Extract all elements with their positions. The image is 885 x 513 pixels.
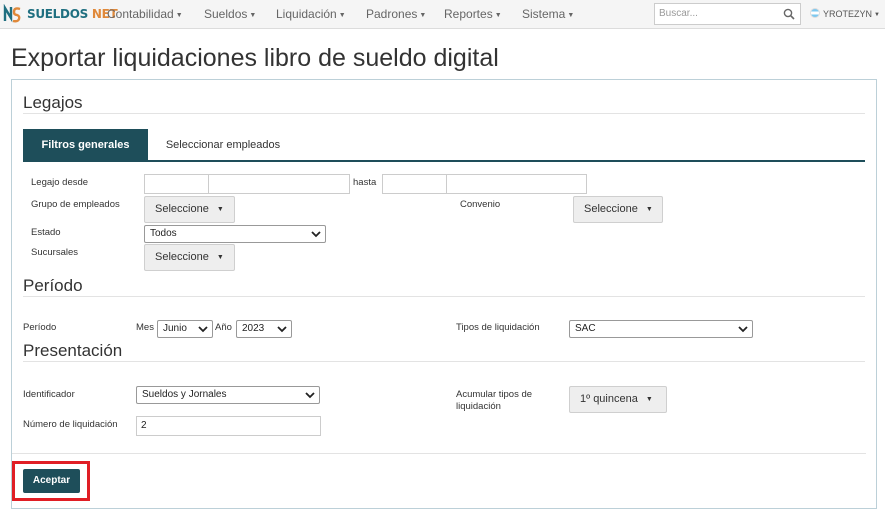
footer-divider xyxy=(12,453,866,454)
argentina-flag-icon xyxy=(810,8,820,18)
tabs-underline xyxy=(23,160,865,162)
section-title-periodo: Período xyxy=(23,276,83,295)
estado-value: Todos xyxy=(150,228,177,239)
tipos-liquidacion-value: SAC xyxy=(575,323,596,334)
tipos-liquidacion-select[interactable]: SAC xyxy=(569,320,753,338)
anio-value: 2023 xyxy=(242,323,265,334)
sucursales-dropdown[interactable]: Seleccione ▼ xyxy=(144,244,235,271)
acumular-tipos-value: 1º quincena xyxy=(580,393,638,405)
nav-reportes[interactable]: Reportes ▼ xyxy=(444,0,502,29)
user-name: YROTEZYN xyxy=(823,9,873,19)
nav-liquidacion[interactable]: Liquidación ▼ xyxy=(276,0,346,29)
highlight-box xyxy=(12,461,90,501)
legajo-desde-code-input[interactable] xyxy=(144,174,209,194)
section-title-legajos: Legajos xyxy=(23,93,83,112)
nav-contabilidad[interactable]: Contabilidad ▼ xyxy=(107,0,183,29)
sucursales-label: Sucursales xyxy=(31,247,78,258)
caret-down-icon: ▼ xyxy=(645,396,653,403)
legajo-hasta-code-input[interactable] xyxy=(382,174,447,194)
search-input[interactable]: Buscar... xyxy=(654,3,801,25)
caret-down-icon: ▼ xyxy=(494,12,502,19)
identificador-label: Identificador xyxy=(23,389,75,400)
chevron-down-icon xyxy=(277,326,287,333)
estado-label: Estado xyxy=(31,227,61,238)
nav-padrones-label: Padrones xyxy=(366,7,418,21)
search-placeholder: Buscar... xyxy=(659,8,698,19)
grupo-empleados-dropdown[interactable]: Seleccione ▼ xyxy=(144,196,235,223)
divider xyxy=(23,113,865,114)
chevron-down-icon xyxy=(198,326,208,333)
estado-select[interactable]: Todos xyxy=(144,225,326,243)
nav-sueldos-label: Sueldos xyxy=(204,7,248,21)
convenio-label: Convenio xyxy=(460,199,501,210)
tab-seleccionar-empleados[interactable]: Seleccionar empleados xyxy=(148,129,298,161)
page-title: Exportar liquidaciones libro de sueldo d… xyxy=(11,44,499,72)
numero-liquidacion-label: Número de liquidación xyxy=(23,419,118,430)
acumular-tipos-label-line1: Acumular tipos de xyxy=(456,389,533,400)
caret-down-icon: ▼ xyxy=(874,12,880,18)
chevron-down-icon xyxy=(305,392,315,399)
nav-sistema-label: Sistema xyxy=(522,7,566,21)
numero-liquidacion-value: 2 xyxy=(141,420,147,431)
grupo-empleados-label: Grupo de empleados xyxy=(31,199,120,210)
caret-down-icon: ▼ xyxy=(216,254,224,261)
legajo-desde-name-input[interactable] xyxy=(208,174,350,194)
convenio-dropdown[interactable]: Seleccione ▼ xyxy=(573,196,663,223)
caret-down-icon: ▼ xyxy=(419,12,427,19)
nav-reportes-label: Reportes xyxy=(444,7,493,21)
nav-sistema[interactable]: Sistema ▼ xyxy=(522,0,574,29)
anio-label: Año xyxy=(215,322,232,333)
top-navbar: SUELDOS NET Contabilidad ▼ Sueldos ▼ Liqui… xyxy=(0,0,885,29)
numero-liquidacion-input[interactable]: 2 xyxy=(136,416,321,436)
grupo-empleados-value: Seleccione xyxy=(155,203,209,215)
sueldos-net-logo-icon xyxy=(3,4,21,23)
periodo-label: Período xyxy=(23,322,57,333)
caret-down-icon: ▼ xyxy=(249,12,257,19)
caret-down-icon: ▼ xyxy=(338,12,346,19)
acumular-tipos-label-line2: liquidación xyxy=(456,401,501,412)
sucursales-value: Seleccione xyxy=(155,251,209,263)
identificador-value: Sueldos y Jornales xyxy=(142,389,227,400)
convenio-value: Seleccione xyxy=(584,203,638,215)
acumular-tipos-label: Acumular tipos de liquidación xyxy=(456,389,532,413)
divider xyxy=(23,361,865,362)
caret-down-icon: ▼ xyxy=(567,12,575,19)
mes-label: Mes xyxy=(136,322,154,333)
legajo-desde-label: Legajo desde xyxy=(31,177,89,188)
user-menu[interactable]: YROTEZYN ▼ xyxy=(810,0,880,29)
brand-name: SUELDOS NET xyxy=(27,7,118,21)
chevron-down-icon xyxy=(311,231,321,238)
legajo-hasta-name-input[interactable] xyxy=(446,174,587,194)
tab-filtros-generales[interactable]: Filtros generales xyxy=(23,129,148,161)
acumular-tipos-dropdown[interactable]: 1º quincena ▼ xyxy=(569,386,667,413)
caret-down-icon: ▼ xyxy=(216,206,224,213)
search-icon[interactable] xyxy=(783,8,795,20)
hasta-label: hasta xyxy=(353,177,377,188)
anio-select[interactable]: 2023 xyxy=(236,320,292,338)
nav-contabilidad-label: Contabilidad xyxy=(107,7,174,21)
identificador-select[interactable]: Sueldos y Jornales xyxy=(136,386,320,404)
chevron-down-icon xyxy=(738,326,748,333)
divider xyxy=(23,296,865,297)
brand-part-1: SUELDOS xyxy=(27,7,88,21)
caret-down-icon: ▼ xyxy=(645,206,653,213)
section-title-presentacion: Presentación xyxy=(23,341,123,360)
brand-logo-link[interactable]: SUELDOS NET xyxy=(2,3,118,25)
nav-padrones[interactable]: Padrones ▼ xyxy=(366,0,426,29)
mes-value: Junio xyxy=(163,323,187,334)
nav-sueldos[interactable]: Sueldos ▼ xyxy=(204,0,256,29)
nav-liquidacion-label: Liquidación xyxy=(276,7,337,21)
caret-down-icon: ▼ xyxy=(175,12,183,19)
mes-select[interactable]: Junio xyxy=(157,320,213,338)
tipos-liquidacion-label: Tipos de liquidación xyxy=(456,322,540,333)
